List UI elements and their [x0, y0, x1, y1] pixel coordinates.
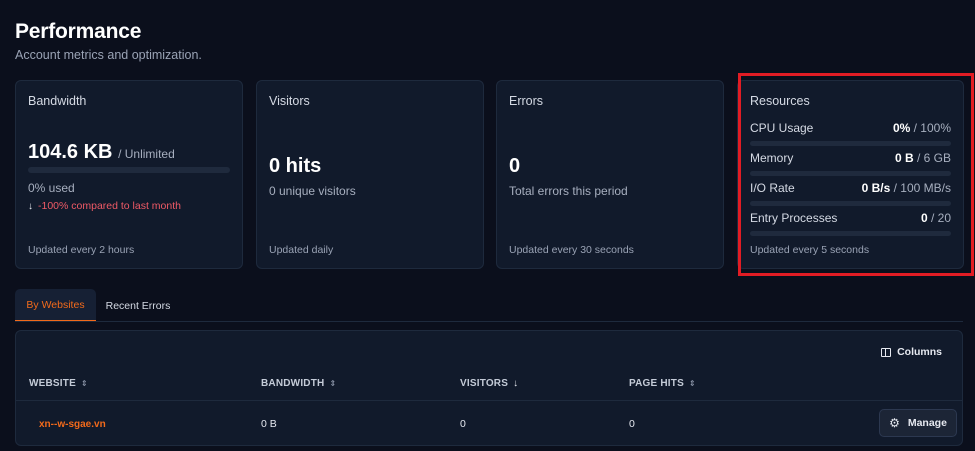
bandwidth-limit: / Unlimited — [118, 147, 175, 161]
resource-row-io-rate: I/O Rate 0 B/s / 100 MB/s — [750, 181, 951, 206]
resource-bar — [750, 141, 951, 146]
websites-table: Columns WEBSITE ⇕ BANDWIDTH ⇕ VISITORS ↓ PA… — [15, 330, 963, 446]
column-header-page-hits[interactable]: PAGE HITS ⇕ — [629, 378, 696, 389]
manage-button-label: Manage — [907, 417, 947, 429]
resources-footer: Updated every 5 seconds — [750, 244, 870, 256]
errors-value: 0 — [509, 155, 521, 177]
sort-icon: ⇕ — [688, 379, 696, 388]
visitors-title: Visitors — [269, 94, 310, 108]
resources-card: Resources CPU Usage 0% / 100% Memory 0 B… — [737, 80, 964, 269]
sort-desc-icon: ↓ — [513, 378, 519, 389]
bandwidth-title: Bandwidth — [28, 94, 87, 108]
columns-button-label: Columns — [897, 346, 942, 358]
gear-icon: ⚙ — [889, 416, 900, 430]
resource-bar — [750, 231, 951, 236]
bandwidth-card: Bandwidth 104.6 KB / Unlimited 0% used ↓… — [15, 80, 243, 269]
errors-sub: Total errors this period — [509, 184, 628, 198]
sort-icon: ⇕ — [329, 379, 337, 388]
bandwidth-trend-text: -100% compared to last month — [38, 200, 181, 212]
page-subtitle: Account metrics and optimization. — [15, 48, 202, 62]
bandwidth-progress-bar — [28, 167, 230, 173]
visitors-footer: Updated daily — [269, 244, 334, 256]
bandwidth-trend: ↓ -100% compared to last month — [28, 200, 181, 212]
resource-row-cpu: CPU Usage 0% / 100% — [750, 121, 951, 146]
errors-card: Errors 0 Total errors this period Update… — [496, 80, 724, 269]
bandwidth-footer: Updated every 2 hours — [28, 244, 135, 256]
resource-value: 0 B / 6 GB — [894, 151, 951, 165]
resources-title: Resources — [750, 94, 810, 108]
resource-value: 0 / 20 — [920, 211, 951, 225]
column-header-website[interactable]: WEBSITE ⇕ — [29, 378, 88, 389]
tab-by-websites[interactable]: By Websites — [15, 289, 96, 322]
resource-bar — [750, 201, 951, 206]
resource-row-memory: Memory 0 B / 6 GB — [750, 151, 951, 176]
resource-label: Memory — [750, 151, 794, 165]
tabs-divider — [15, 321, 963, 322]
sort-icon: ⇕ — [80, 379, 88, 388]
page-title: Performance — [15, 20, 142, 43]
cell-visitors: 0 — [460, 418, 466, 430]
resource-label: Entry Processes — [750, 211, 838, 225]
bandwidth-value: 104.6 KB — [28, 141, 113, 163]
resource-value: 0 B/s / 100 MB/s — [861, 181, 951, 195]
resource-row-entry-processes: Entry Processes 0 / 20 — [750, 211, 951, 236]
errors-footer: Updated every 30 seconds — [509, 244, 634, 256]
column-header-bandwidth[interactable]: BANDWIDTH ⇕ — [261, 378, 336, 389]
column-header-visitors[interactable]: VISITORS ↓ — [460, 378, 518, 389]
resource-bar — [750, 171, 951, 176]
visitors-value: 0 hits — [269, 155, 322, 177]
resource-label: I/O Rate — [750, 181, 795, 195]
website-link[interactable]: xn--w-sgae.vn — [39, 418, 106, 430]
tab-recent-errors[interactable]: Recent Errors — [99, 289, 177, 322]
errors-title: Errors — [509, 94, 544, 108]
resource-label: CPU Usage — [750, 121, 814, 135]
resource-value: 0% / 100% — [892, 121, 951, 135]
visitors-sub: 0 unique visitors — [269, 184, 356, 198]
columns-button[interactable]: Columns — [881, 343, 942, 361]
manage-button[interactable]: ⚙ Manage — [879, 409, 957, 437]
cell-bandwidth: 0 B — [261, 418, 277, 430]
visitors-card: Visitors 0 hits 0 unique visitors Update… — [256, 80, 484, 269]
columns-icon — [881, 347, 892, 357]
table-header-divider — [16, 400, 962, 401]
cell-page-hits: 0 — [629, 418, 635, 430]
bandwidth-used: 0% used — [28, 181, 75, 195]
bandwidth-value-line: 104.6 KB / Unlimited — [28, 141, 175, 164]
arrow-down-icon: ↓ — [28, 201, 33, 212]
